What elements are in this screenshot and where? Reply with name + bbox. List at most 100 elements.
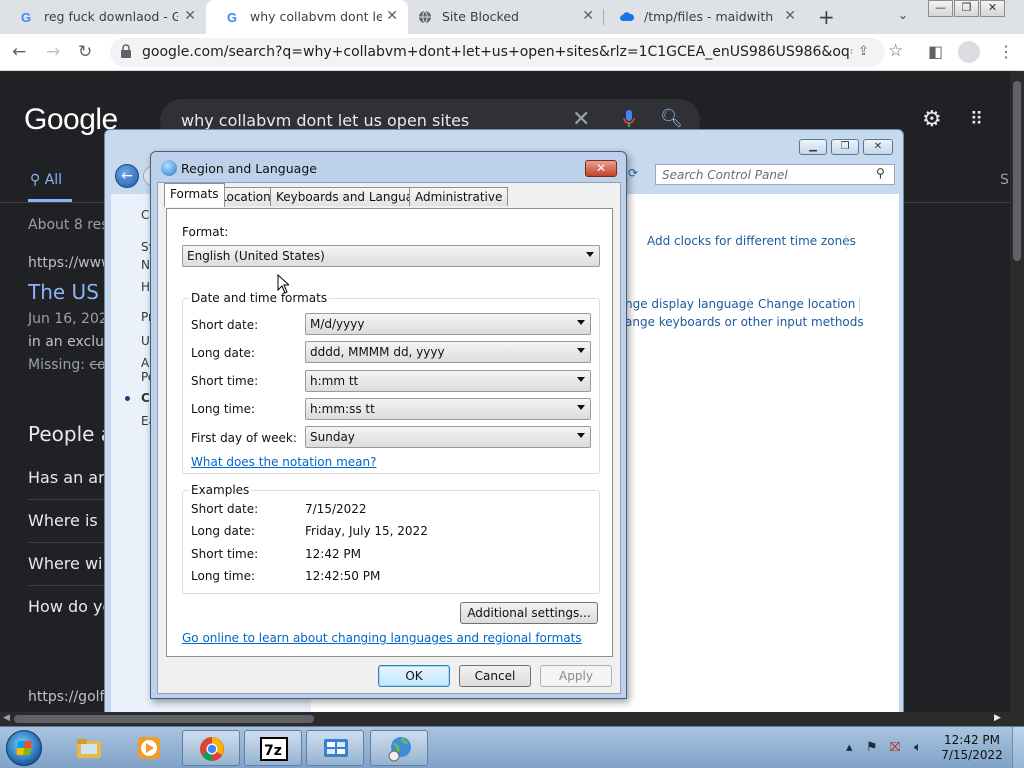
left-pane-item[interactable]: C [141,208,149,222]
close-button[interactable]: ✕ [863,139,893,155]
7zip-icon: 7z [260,737,288,761]
cancel-button[interactable]: Cancel [459,665,531,687]
format-dropdown[interactable]: English (United States) [182,245,600,267]
close-button[interactable]: ✕ [585,160,617,177]
additional-settings-button[interactable]: Additional settings... [460,602,598,624]
result-url[interactable]: https://golfw [28,689,116,705]
scrollbar-thumb[interactable] [1013,81,1021,261]
paa-question[interactable]: Has an am [28,468,114,487]
new-tab-icon[interactable]: + [818,5,835,29]
volume-icon[interactable]: 🔈︎ [914,740,922,755]
network-disconnected-icon[interactable]: ⛝ [890,740,900,755]
search-query[interactable]: why collabvm dont let us open sites [181,111,469,130]
tab-close-icon[interactable]: ✕ [386,8,398,24]
dropdown-arrow-icon [577,433,585,438]
first-day-dropdown[interactable]: Sunday [305,426,591,448]
search-control-panel-input[interactable]: Search Control Panel ⚲ [655,164,895,185]
example-short-time-label: Short time: [191,547,259,561]
change-location-link[interactable]: Change location [758,297,855,311]
scrollbar-thumb[interactable] [14,715,314,723]
left-pane-item[interactable]: N [141,258,150,272]
back-arrow-icon[interactable]: ← [115,164,139,188]
scroll-left-icon[interactable]: ◀ [3,713,10,723]
horizontal-scrollbar[interactable]: ◀ ▶ [0,712,1024,726]
ok-button[interactable]: OK [378,665,450,687]
maximize-button[interactable]: ❐ [831,139,859,155]
tab-s[interactable]: S [1000,172,1009,188]
online-learn-link[interactable]: Go online to learn about changing langua… [182,631,582,645]
paa-question[interactable]: How do yo [28,597,112,616]
divider [28,499,108,500]
vertical-scrollbar[interactable] [1010,71,1024,712]
tab-all[interactable]: ⚲ All [30,172,62,188]
action-center-flag-icon[interactable]: ⚑ [866,740,878,755]
maximize-button[interactable]: ❐ [954,0,979,17]
profile-avatar-icon[interactable] [958,41,980,63]
gear-icon[interactable]: ⚙ [922,107,942,132]
address-bar[interactable]: google.com/search?q=why+collabvm+dont+le… [110,38,903,67]
change-keyboards-link[interactable]: ange keyboards or other input methods [625,315,864,329]
taskbar-media-player[interactable] [120,730,178,766]
short-date-dropdown[interactable]: M/d/yyyy [305,313,591,335]
tab-site-blocked[interactable]: Site Blocked ✕ [398,0,604,34]
tab-tmp-files[interactable]: /tmp/files - maidwiththef ✕ [600,0,806,34]
tab-close-icon[interactable]: ✕ [184,8,196,24]
dropdown-arrow-icon [577,348,585,353]
change-display-language-link[interactable]: nge display language [625,297,754,311]
left-pane-item[interactable]: A [141,356,149,370]
google-favicon-icon: G [227,10,237,24]
left-pane-item[interactable]: U [141,334,150,348]
long-time-dropdown[interactable]: h:mm:ss tt [305,398,591,420]
search-icon[interactable]: 🔍︎ [660,108,683,129]
clock-time: 12:42 PM [944,733,1000,747]
tab-close-icon[interactable]: ✕ [784,8,796,24]
taskbar-chrome[interactable] [182,730,240,766]
result-title[interactable]: The US ( [28,280,113,304]
taskbar-control-panel[interactable] [306,730,364,766]
show-desktop-button[interactable] [1012,727,1024,768]
long-date-dropdown[interactable]: dddd, MMMM dd, yyyy [305,341,591,363]
show-hidden-icons-icon[interactable]: ▴ [846,740,853,755]
apps-grid-icon[interactable]: ⠿ [970,109,983,130]
taskbar-region-language[interactable] [370,730,428,766]
chevron-down-icon[interactable]: ⌄ [898,8,908,22]
examples-group-label: Examples [189,483,252,497]
tab-title: reg fuck downlaod - Goo [44,9,178,24]
tab-why-collabvm[interactable]: G why collabvm dont let us ✕ [206,0,408,34]
notation-link[interactable]: What does the notation mean? [191,455,376,469]
microphone-icon[interactable] [622,109,636,129]
chrome-icon [200,737,224,761]
add-clocks-link[interactable]: Add clocks for different time zones [647,234,856,248]
tab-reg-download[interactable]: G reg fuck downlaod - Goo ✕ [0,0,206,34]
example-long-time-value: 12:42:50 PM [305,569,381,583]
scroll-right-icon[interactable]: ▶ [994,713,1001,723]
formats-tab-panel: Format: English (United States) Date and… [166,208,613,657]
bookmark-star-icon[interactable]: ☆ [888,41,903,61]
lock-icon [121,44,131,58]
tab-administrative[interactable]: Administrative [409,187,509,206]
share-icon[interactable]: ⇪ [858,44,869,59]
forward-arrow-icon[interactable]: → [46,42,60,62]
minimize-button[interactable]: ▁ [799,139,827,155]
left-pane-item[interactable]: H [141,280,150,294]
taskbar-clock[interactable]: 12:42 PM 7/15/2022 [936,733,1008,763]
reload-icon[interactable]: ↻ [78,42,92,62]
result-url[interactable]: https://www. [28,255,116,271]
start-button[interactable] [6,730,42,766]
example-short-date-value: 7/15/2022 [305,502,367,516]
back-arrow-icon[interactable]: ← [12,42,26,62]
kebab-menu-icon[interactable]: ⋮ [998,42,1014,61]
close-button[interactable]: ✕ [980,0,1005,17]
tab-close-icon[interactable]: ✕ [582,8,594,24]
refresh-icon[interactable]: ⟳ [628,166,646,184]
tab-formats[interactable]: Formats [164,183,225,207]
paa-question[interactable]: Where is 2 [28,511,113,530]
apply-button[interactable]: Apply [540,665,612,687]
paa-question[interactable]: Where will [28,554,111,573]
taskbar-7zip[interactable]: 7z [244,730,302,766]
taskbar-explorer[interactable] [60,730,118,766]
minimize-button[interactable]: — [928,0,953,17]
short-time-dropdown[interactable]: h:mm tt [305,370,591,392]
search-icon[interactable]: ⚲ [876,166,885,180]
side-panel-icon[interactable]: ◧ [928,42,943,61]
